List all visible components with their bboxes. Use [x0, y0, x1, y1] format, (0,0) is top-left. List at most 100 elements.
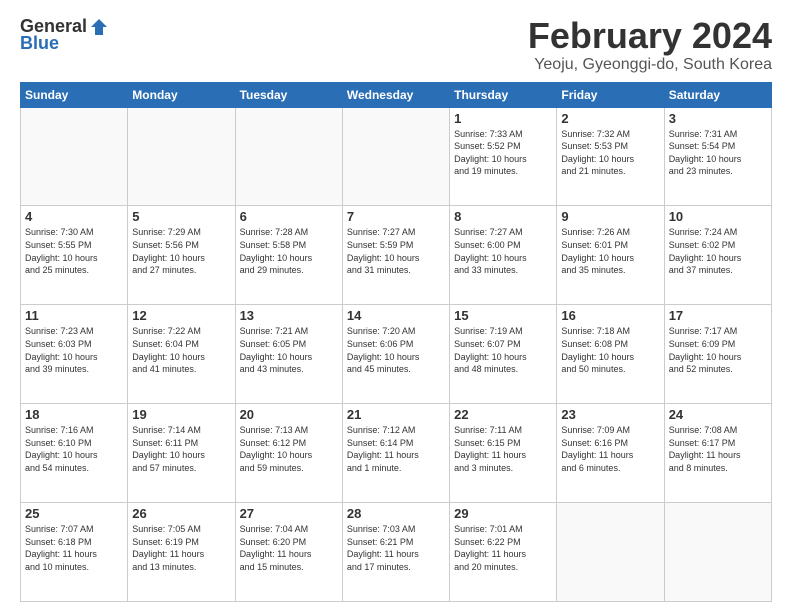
day-info: Sunrise: 7:17 AMSunset: 6:09 PMDaylight:…: [669, 325, 767, 375]
location: Yeoju, Gyeonggi-do, South Korea: [528, 56, 772, 74]
day-number: 6: [240, 209, 338, 224]
table-row: 28 Sunrise: 7:03 AMSunset: 6:21 PMDayligh…: [342, 503, 449, 602]
calendar-header-row: Sunday Monday Tuesday Wednesday Thursday…: [21, 82, 772, 107]
table-row: 3 Sunrise: 7:31 AMSunset: 5:54 PMDaylight…: [664, 107, 771, 206]
day-info: Sunrise: 7:05 AMSunset: 6:19 PMDaylight:…: [132, 523, 230, 573]
day-info: Sunrise: 7:18 AMSunset: 6:08 PMDaylight:…: [561, 325, 659, 375]
table-row: [21, 107, 128, 206]
day-info: Sunrise: 7:31 AMSunset: 5:54 PMDaylight:…: [669, 128, 767, 178]
day-number: 18: [25, 407, 123, 422]
table-row: 13 Sunrise: 7:21 AMSunset: 6:05 PMDayligh…: [235, 305, 342, 404]
table-row: 15 Sunrise: 7:19 AMSunset: 6:07 PMDayligh…: [450, 305, 557, 404]
day-info: Sunrise: 7:32 AMSunset: 5:53 PMDaylight:…: [561, 128, 659, 178]
day-number: 26: [132, 506, 230, 521]
day-number: 10: [669, 209, 767, 224]
day-info: Sunrise: 7:24 AMSunset: 6:02 PMDaylight:…: [669, 226, 767, 276]
logo: General Blue: [20, 16, 109, 54]
table-row: [664, 503, 771, 602]
day-info: Sunrise: 7:27 AMSunset: 5:59 PMDaylight:…: [347, 226, 445, 276]
day-info: Sunrise: 7:01 AMSunset: 6:22 PMDaylight:…: [454, 523, 552, 573]
day-info: Sunrise: 7:09 AMSunset: 6:16 PMDaylight:…: [561, 424, 659, 474]
day-info: Sunrise: 7:26 AMSunset: 6:01 PMDaylight:…: [561, 226, 659, 276]
day-number: 20: [240, 407, 338, 422]
day-number: 19: [132, 407, 230, 422]
logo-icon: [89, 17, 109, 37]
table-row: 16Sunrise: 7:18 AMSunset: 6:08 PMDayligh…: [557, 305, 664, 404]
table-row: 7 Sunrise: 7:27 AMSunset: 5:59 PMDaylight…: [342, 206, 449, 305]
table-row: 19Sunrise: 7:14 AMSunset: 6:11 PMDayligh…: [128, 404, 235, 503]
table-row: [128, 107, 235, 206]
header-friday: Friday: [557, 82, 664, 107]
table-row: 18 Sunrise: 7:16 AMSunset: 6:10 PMDayligh…: [21, 404, 128, 503]
day-info: Sunrise: 7:08 AMSunset: 6:17 PMDaylight:…: [669, 424, 767, 474]
day-number: 22: [454, 407, 552, 422]
day-number: 1: [454, 111, 552, 126]
day-info: Sunrise: 7:12 AMSunset: 6:14 PMDaylight:…: [347, 424, 445, 474]
calendar-table: Sunday Monday Tuesday Wednesday Thursday…: [20, 82, 772, 602]
table-row: 29 Sunrise: 7:01 AMSunset: 6:22 PMDayligh…: [450, 503, 557, 602]
header-tuesday: Tuesday: [235, 82, 342, 107]
table-row: 8 Sunrise: 7:27 AMSunset: 6:00 PMDaylight…: [450, 206, 557, 305]
day-number: 7: [347, 209, 445, 224]
table-row: 5 Sunrise: 7:29 AMSunset: 5:56 PMDaylight…: [128, 206, 235, 305]
table-row: 26 Sunrise: 7:05 AMSunset: 6:19 PMDayligh…: [128, 503, 235, 602]
day-number: 15: [454, 308, 552, 323]
day-number: 9: [561, 209, 659, 224]
day-number: 13: [240, 308, 338, 323]
day-info: Sunrise: 7:23 AMSunset: 6:03 PMDaylight:…: [25, 325, 123, 375]
day-info: Sunrise: 7:07 AMSunset: 6:18 PMDaylight:…: [25, 523, 123, 573]
title-section: February 2024 Yeoju, Gyeonggi-do, South …: [528, 16, 772, 74]
day-info: Sunrise: 7:21 AMSunset: 6:05 PMDaylight:…: [240, 325, 338, 375]
table-row: 27 Sunrise: 7:04 AMSunset: 6:20 PMDayligh…: [235, 503, 342, 602]
day-info: Sunrise: 7:04 AMSunset: 6:20 PMDaylight:…: [240, 523, 338, 573]
day-number: 12: [132, 308, 230, 323]
day-info: Sunrise: 7:22 AMSunset: 6:04 PMDaylight:…: [132, 325, 230, 375]
table-row: 6 Sunrise: 7:28 AMSunset: 5:58 PMDaylight…: [235, 206, 342, 305]
table-row: 10 Sunrise: 7:24 AMSunset: 6:02 PMDayligh…: [664, 206, 771, 305]
header-sunday: Sunday: [21, 82, 128, 107]
table-row: 11Sunrise: 7:23 AMSunset: 6:03 PMDayligh…: [21, 305, 128, 404]
day-number: 2: [561, 111, 659, 126]
day-number: 24: [669, 407, 767, 422]
day-number: 8: [454, 209, 552, 224]
day-number: 28: [347, 506, 445, 521]
day-number: 17: [669, 308, 767, 323]
header: General Blue February 2024 Yeoju, Gyeong…: [20, 16, 772, 74]
day-info: Sunrise: 7:29 AMSunset: 5:56 PMDaylight:…: [132, 226, 230, 276]
calendar-week-1: 1Sunrise: 7:33 AMSunset: 5:52 PMDaylight…: [21, 107, 772, 206]
page: General Blue February 2024 Yeoju, Gyeong…: [0, 0, 792, 612]
day-number: 21: [347, 407, 445, 422]
table-row: 9 Sunrise: 7:26 AMSunset: 6:01 PMDaylight…: [557, 206, 664, 305]
table-row: 12 Sunrise: 7:22 AMSunset: 6:04 PMDayligh…: [128, 305, 235, 404]
day-info: Sunrise: 7:16 AMSunset: 6:10 PMDaylight:…: [25, 424, 123, 474]
day-info: Sunrise: 7:30 AMSunset: 5:55 PMDaylight:…: [25, 226, 123, 276]
day-number: 4: [25, 209, 123, 224]
table-row: 1Sunrise: 7:33 AMSunset: 5:52 PMDaylight…: [450, 107, 557, 206]
table-row: 2 Sunrise: 7:32 AMSunset: 5:53 PMDaylight…: [557, 107, 664, 206]
day-info: Sunrise: 7:28 AMSunset: 5:58 PMDaylight:…: [240, 226, 338, 276]
table-row: [342, 107, 449, 206]
header-saturday: Saturday: [664, 82, 771, 107]
table-row: 25 Sunrise: 7:07 AMSunset: 6:18 PMDayligh…: [21, 503, 128, 602]
day-info: Sunrise: 7:19 AMSunset: 6:07 PMDaylight:…: [454, 325, 552, 375]
day-number: 5: [132, 209, 230, 224]
calendar-week-2: 4 Sunrise: 7:30 AMSunset: 5:55 PMDaylight…: [21, 206, 772, 305]
day-number: 3: [669, 111, 767, 126]
day-info: Sunrise: 7:03 AMSunset: 6:21 PMDaylight:…: [347, 523, 445, 573]
day-number: 23: [561, 407, 659, 422]
table-row: 4 Sunrise: 7:30 AMSunset: 5:55 PMDaylight…: [21, 206, 128, 305]
calendar-week-3: 11Sunrise: 7:23 AMSunset: 6:03 PMDayligh…: [21, 305, 772, 404]
table-row: [235, 107, 342, 206]
calendar-week-4: 18 Sunrise: 7:16 AMSunset: 6:10 PMDayligh…: [21, 404, 772, 503]
table-row: 23 Sunrise: 7:09 AMSunset: 6:16 PMDayligh…: [557, 404, 664, 503]
day-number: 29: [454, 506, 552, 521]
table-row: 20Sunrise: 7:13 AMSunset: 6:12 PMDayligh…: [235, 404, 342, 503]
header-monday: Monday: [128, 82, 235, 107]
table-row: 17 Sunrise: 7:17 AMSunset: 6:09 PMDayligh…: [664, 305, 771, 404]
table-row: [557, 503, 664, 602]
day-info: Sunrise: 7:27 AMSunset: 6:00 PMDaylight:…: [454, 226, 552, 276]
day-info: Sunrise: 7:20 AMSunset: 6:06 PMDaylight:…: [347, 325, 445, 375]
day-number: 25: [25, 506, 123, 521]
day-number: 27: [240, 506, 338, 521]
table-row: 22Sunrise: 7:11 AMSunset: 6:15 PMDayligh…: [450, 404, 557, 503]
